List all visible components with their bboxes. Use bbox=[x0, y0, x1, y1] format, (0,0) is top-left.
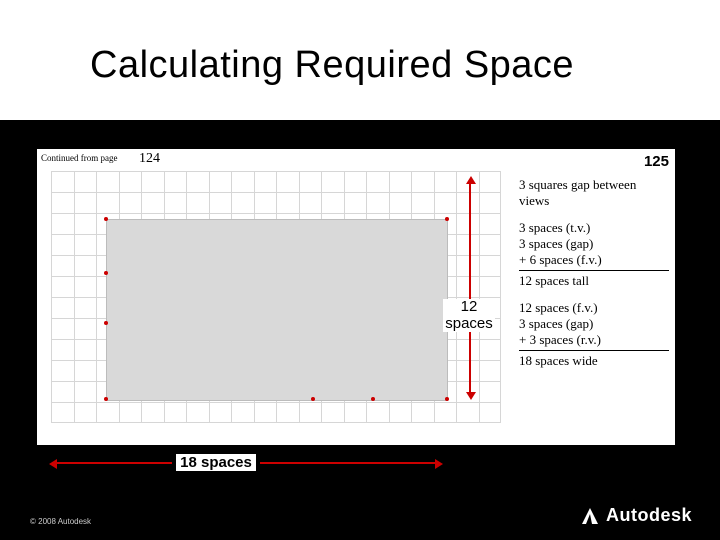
rule-line bbox=[519, 270, 669, 271]
dim-v-line2: spaces bbox=[445, 315, 493, 332]
marker-dot bbox=[311, 397, 315, 401]
note-tall-2: 3 spaces (gap) bbox=[519, 236, 669, 252]
horizontal-dimension-arrow-right bbox=[260, 462, 440, 464]
note-wide-2: 3 spaces (gap) bbox=[519, 316, 669, 332]
note-wide-calc: 12 spaces (f.v.) 3 spaces (gap) + 3 spac… bbox=[519, 300, 669, 370]
dim-v-line1: 12 bbox=[461, 298, 478, 315]
note-tall-sum: 12 spaces tall bbox=[519, 273, 669, 289]
horizontal-dimension-arrow-left bbox=[52, 462, 172, 464]
previous-page-number: 124 bbox=[139, 151, 160, 167]
marker-dot bbox=[445, 217, 449, 221]
marker-dot bbox=[104, 271, 108, 275]
note-wide-sum: 18 spaces wide bbox=[519, 353, 669, 369]
marker-dot bbox=[371, 397, 375, 401]
note-tall-calc: 3 spaces (t.v.) 3 spaces (gap) + 6 space… bbox=[519, 220, 669, 290]
brand-name: Autodesk bbox=[606, 505, 692, 526]
note-tall-3: + 6 spaces (f.v.) bbox=[519, 252, 669, 268]
slide: Calculating Required Space Continued fro… bbox=[0, 0, 720, 540]
paper-sheet: Continued from page 124 125 12 spaces bbox=[36, 148, 676, 446]
horizontal-dimension-label: 18 spaces bbox=[176, 454, 256, 471]
note-gap: 3 squares gap between views bbox=[519, 177, 669, 210]
note-wide-1: 12 spaces (f.v.) bbox=[519, 300, 669, 316]
note-tall-1: 3 spaces (t.v.) bbox=[519, 220, 669, 236]
marker-dot bbox=[104, 321, 108, 325]
marker-dot bbox=[104, 217, 108, 221]
slide-title: Calculating Required Space bbox=[90, 40, 680, 91]
handwritten-notes: 3 squares gap between views 3 spaces (t.… bbox=[519, 177, 669, 380]
marker-dot bbox=[445, 397, 449, 401]
rule-line bbox=[519, 350, 669, 351]
note-wide-3: + 3 spaces (r.v.) bbox=[519, 332, 669, 348]
continued-from-label: Continued from page bbox=[41, 153, 117, 163]
vertical-dimension-arrow bbox=[469, 179, 471, 397]
autodesk-icon bbox=[580, 506, 600, 526]
copyright: © 2008 Autodesk bbox=[30, 517, 91, 526]
vertical-dimension-label: 12 spaces bbox=[443, 299, 495, 332]
page-number: 125 bbox=[644, 153, 669, 170]
marker-dot bbox=[104, 397, 108, 401]
brand-logo: Autodesk bbox=[580, 505, 692, 526]
grid bbox=[51, 171, 501, 423]
footer: © 2008 Autodesk Autodesk bbox=[0, 482, 720, 540]
drawing-area-rect bbox=[106, 219, 448, 401]
